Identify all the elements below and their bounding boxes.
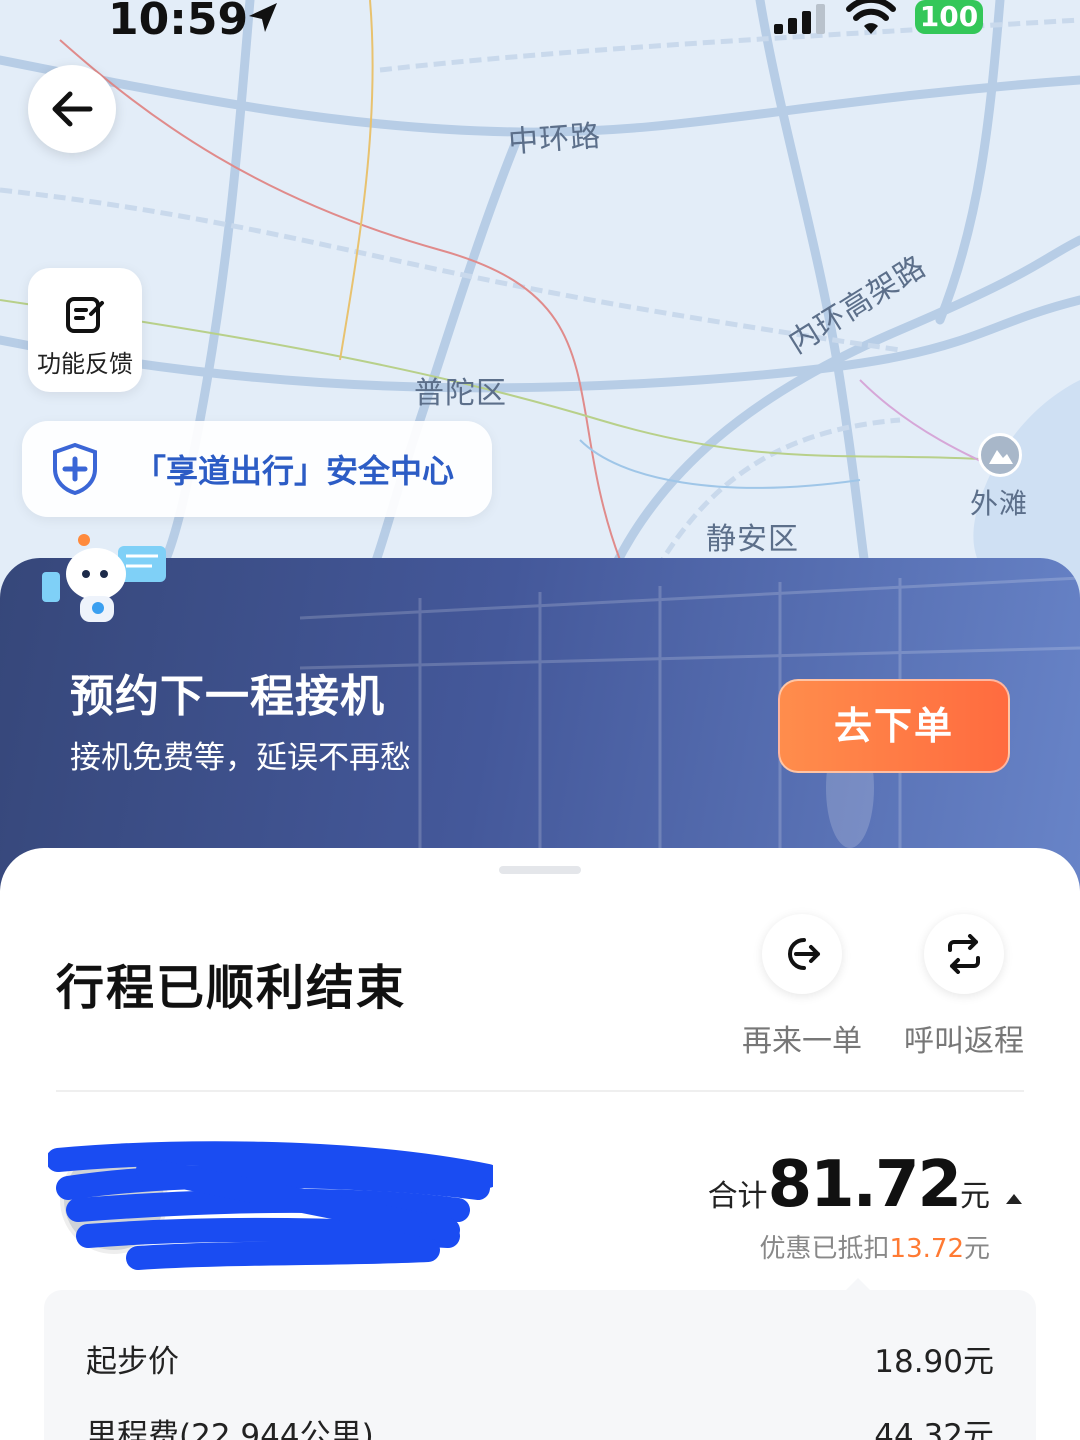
landmark-icon[interactable] bbox=[978, 433, 1022, 477]
promo-title: 预约下一程接机 bbox=[70, 671, 385, 722]
discount-prefix: 优惠已抵扣 bbox=[759, 1234, 890, 1264]
total-label: 合计 bbox=[707, 1179, 768, 1214]
fare-breakdown: 起步价 18.90元 里程费(22.944公里) 44.32元 bbox=[44, 1290, 1036, 1440]
battery-indicator: 100 bbox=[915, 0, 983, 34]
feedback-label: 功能反馈 bbox=[37, 350, 133, 378]
location-arrow-icon bbox=[249, 3, 277, 32]
trip-status-title: 行程已顺利结束 bbox=[56, 960, 407, 1016]
cellular-signal-icon bbox=[774, 4, 825, 34]
back-button[interactable] bbox=[28, 65, 116, 153]
redaction-scribble bbox=[48, 1141, 493, 1270]
trip-summary-sheet: 行程已顺利结束 再来一单 呼叫返程 合计 81.72 元 优惠已抵扣13.72元… bbox=[0, 848, 1080, 1440]
discount-unit: 元 bbox=[963, 1234, 990, 1264]
safety-center-label: 「享道出行」安全中心 bbox=[134, 452, 455, 490]
caret-up-icon bbox=[1006, 1194, 1022, 1204]
back-arrow-icon bbox=[52, 91, 93, 127]
wifi-icon bbox=[846, 0, 896, 34]
sheet-drag-handle[interactable] bbox=[499, 866, 581, 874]
fare-item-label: 起步价 bbox=[86, 1344, 179, 1380]
fare-item-value: 18.90元 bbox=[874, 1344, 994, 1380]
total-amount: 81.72 bbox=[767, 1148, 962, 1222]
shield-icon bbox=[53, 443, 97, 495]
feedback-edit-icon bbox=[66, 297, 104, 333]
status-time: 10:59 bbox=[108, 0, 249, 45]
status-bar: 10:59 100 bbox=[0, 0, 1080, 45]
fare-item-base: 起步价 18.90元 bbox=[86, 1336, 994, 1381]
robot-mascot-icon bbox=[42, 534, 166, 622]
total-unit: 元 bbox=[960, 1179, 990, 1214]
driver-info[interactable] bbox=[48, 1140, 493, 1270]
reorder-label: 再来一单 bbox=[742, 1024, 862, 1059]
fare-total[interactable]: 合计 81.72 元 优惠已抵扣13.72元 bbox=[708, 1148, 1024, 1265]
discount-amount: 13.72 bbox=[889, 1234, 964, 1264]
discount-line: 优惠已抵扣13.72元 bbox=[708, 1228, 990, 1265]
fare-item-value: 44.32元 bbox=[874, 1418, 994, 1440]
map-label-bund: 外滩 bbox=[970, 487, 1029, 520]
place-order-button[interactable]: 去下单 bbox=[778, 679, 1010, 773]
fare-item-mileage: 里程费(22.944公里) 44.32元 bbox=[86, 1410, 994, 1440]
map-label-putuo: 普陀区 bbox=[414, 376, 507, 411]
return-trip-icon bbox=[948, 934, 980, 974]
reorder-icon bbox=[788, 938, 820, 970]
section-divider bbox=[56, 1090, 1024, 1092]
return-trip-label: 呼叫返程 bbox=[904, 1024, 1024, 1059]
map-label-jingan: 静安区 bbox=[706, 522, 799, 557]
fare-item-label: 里程费(22.944公里) bbox=[86, 1418, 374, 1440]
safety-center-button[interactable]: 「享道出行」安全中心 bbox=[22, 421, 492, 517]
promo-subtitle: 接机免费等，延误不再愁 bbox=[70, 740, 411, 776]
return-trip-button[interactable]: 呼叫返程 bbox=[894, 914, 1034, 1060]
map-label-zhonghuan-road: 中环路 bbox=[507, 118, 603, 161]
reorder-button[interactable]: 再来一单 bbox=[732, 914, 872, 1060]
feedback-button[interactable]: 功能反馈 bbox=[28, 268, 142, 392]
